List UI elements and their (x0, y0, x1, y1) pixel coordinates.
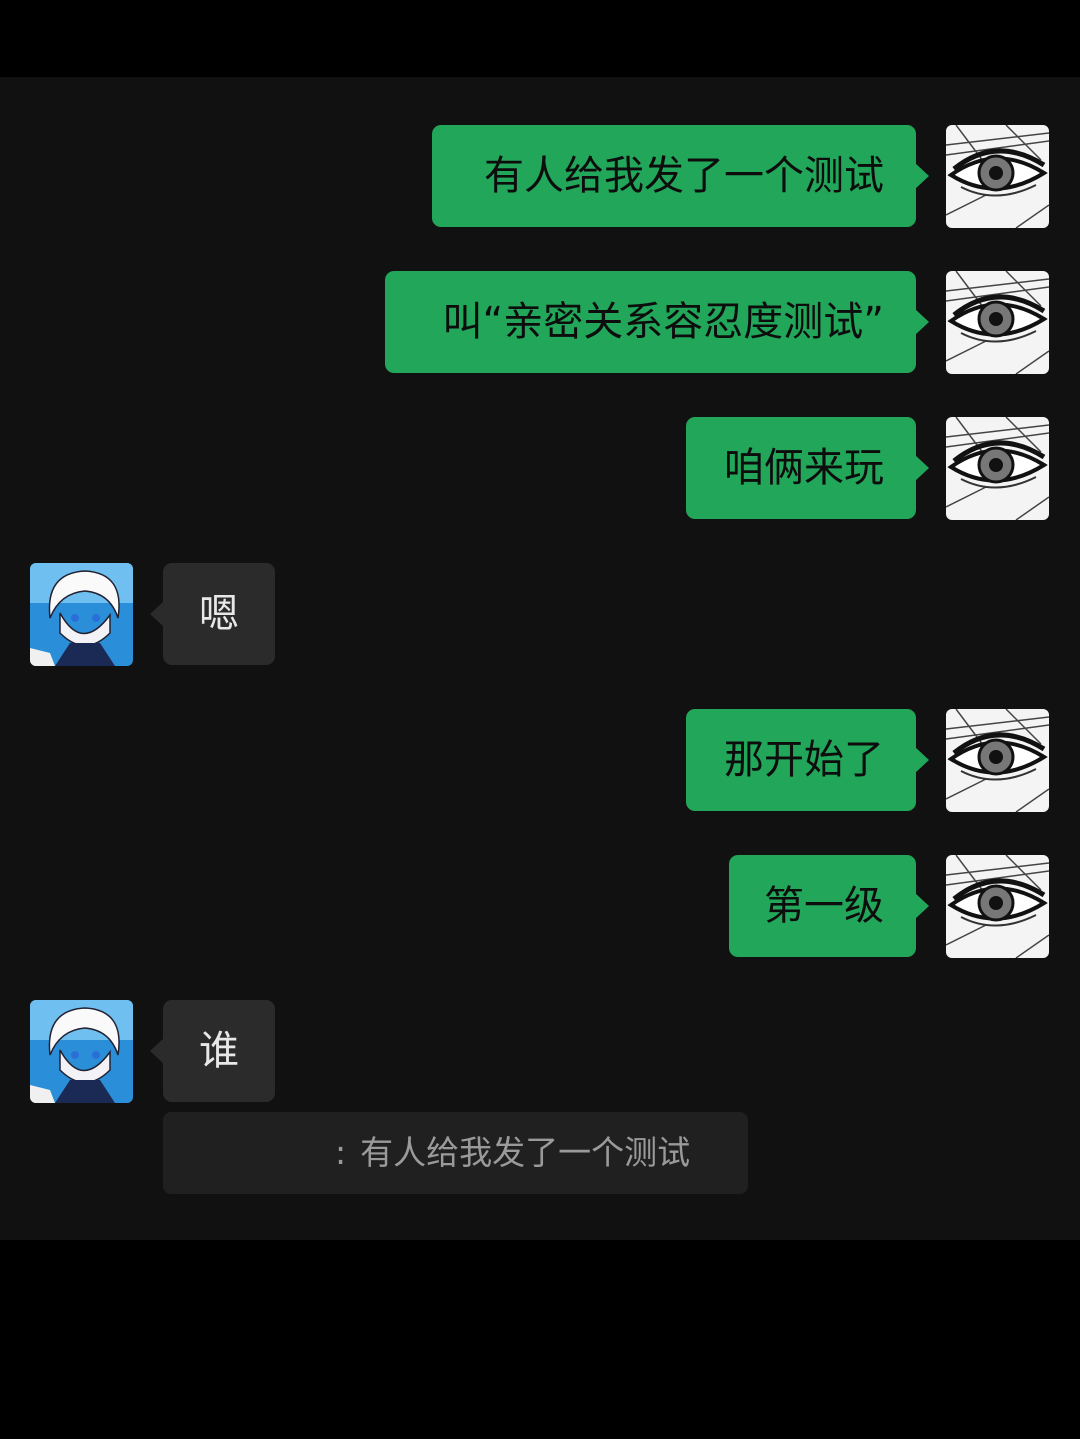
sketched-eye-icon (946, 709, 1049, 812)
message-bubble-received[interactable]: 谁 (150, 1000, 275, 1102)
my-avatar[interactable] (946, 855, 1049, 958)
sketched-eye-icon (946, 271, 1049, 374)
message-bubble-received[interactable]: 嗯 (150, 563, 275, 665)
quote-text: 有人给我发了一个测试 (360, 1133, 691, 1172)
contact-avatar[interactable] (30, 563, 133, 666)
message-bubble-sent[interactable]: 有人给我发了一个测试 (432, 125, 929, 227)
message-bubble-sent[interactable]: 咱俩来玩 (686, 417, 929, 519)
my-avatar[interactable] (946, 709, 1049, 812)
message-bubble-sent[interactable]: 叫“亲密关系容忍度测试” (385, 271, 929, 373)
message-bubble-sent[interactable]: 第一级 (729, 855, 929, 957)
sketched-eye-icon (946, 417, 1049, 520)
sketched-eye-icon (946, 125, 1049, 228)
anime-boy-icon (30, 563, 133, 666)
anime-boy-icon (30, 1000, 133, 1103)
my-avatar[interactable] (946, 271, 1049, 374)
my-avatar[interactable] (946, 417, 1049, 520)
quoted-message[interactable]: : 有人给我发了一个测试 (163, 1112, 748, 1194)
sketched-eye-icon (946, 855, 1049, 958)
chat-area[interactable]: 有人给我发了一个测试 叫“亲密关系容忍度测试” 咱俩来玩 嗯 那开始了 第一级 … (0, 77, 1080, 1240)
my-avatar[interactable] (946, 125, 1049, 228)
contact-avatar[interactable] (30, 1000, 133, 1103)
message-bubble-sent[interactable]: 那开始了 (686, 709, 929, 811)
quote-separator: : (335, 1133, 347, 1172)
